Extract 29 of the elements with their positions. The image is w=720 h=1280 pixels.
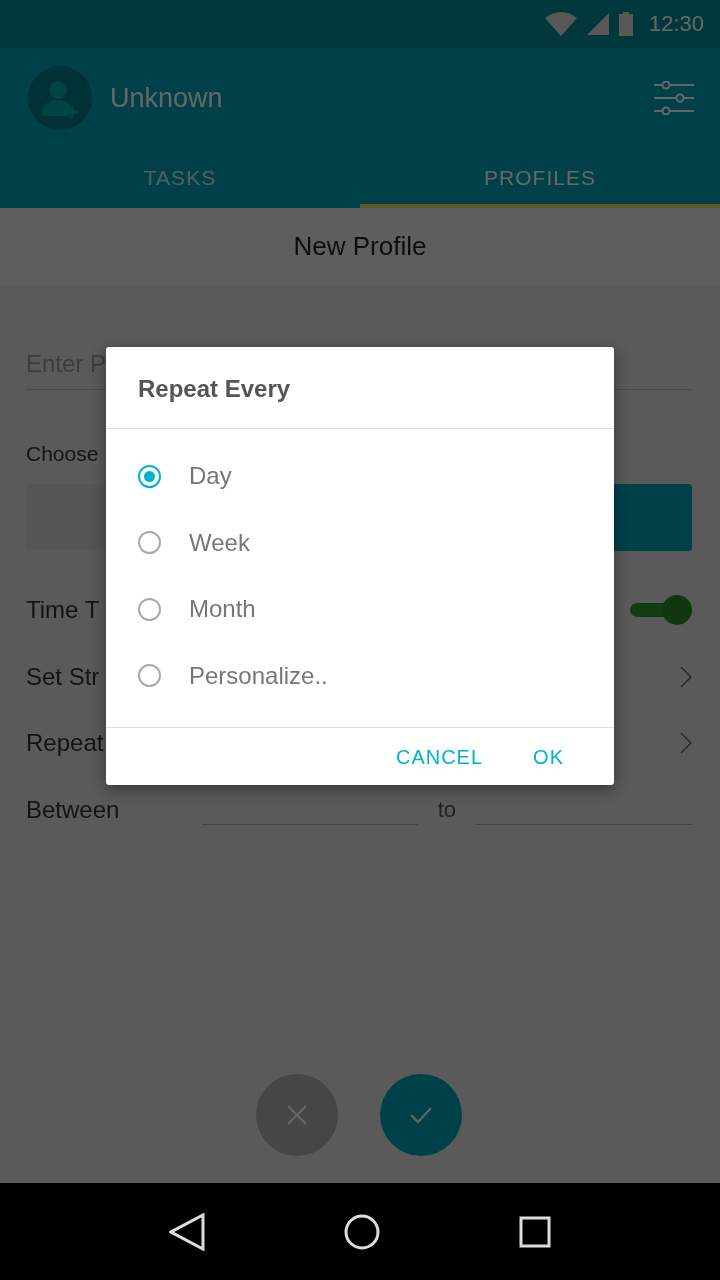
row-label: Set Str: [26, 662, 100, 691]
user-name: Unknown: [110, 82, 224, 114]
screen-title: New Profile: [293, 231, 427, 262]
battery-icon: [618, 12, 633, 36]
option-label[interactable]: Day: [189, 462, 232, 491]
radio-button[interactable]: [138, 664, 161, 688]
dialog-title: Repeat Every: [137, 374, 292, 404]
chevron-right-icon[interactable]: [680, 732, 692, 755]
chevron-right-icon[interactable]: [680, 665, 692, 688]
check-icon: [410, 1106, 432, 1124]
wifi-icon: [544, 12, 577, 36]
close-icon: [286, 1104, 308, 1126]
row-label: Between: [26, 795, 120, 824]
choose-label: Choose: [26, 442, 100, 466]
radio-button[interactable]: [138, 597, 161, 621]
radio-button[interactable]: [138, 531, 161, 555]
dialog-button[interactable]: OK: [517, 738, 580, 777]
range-separator: to: [437, 796, 456, 823]
option-label[interactable]: Personalize..: [189, 661, 328, 690]
clock-time: 12:30: [648, 11, 704, 37]
settings-sliders-icon[interactable]: [654, 81, 694, 115]
radio-button[interactable]: [138, 464, 161, 488]
option-label[interactable]: Month: [189, 595, 256, 624]
row-label: Time T: [26, 596, 100, 625]
signal-icon: [586, 13, 609, 35]
toggle-switch[interactable]: [630, 595, 692, 626]
option-label[interactable]: Week: [189, 528, 250, 557]
row-label: Repeat: [26, 729, 104, 758]
dialog-button[interactable]: CANCEL: [379, 738, 500, 777]
